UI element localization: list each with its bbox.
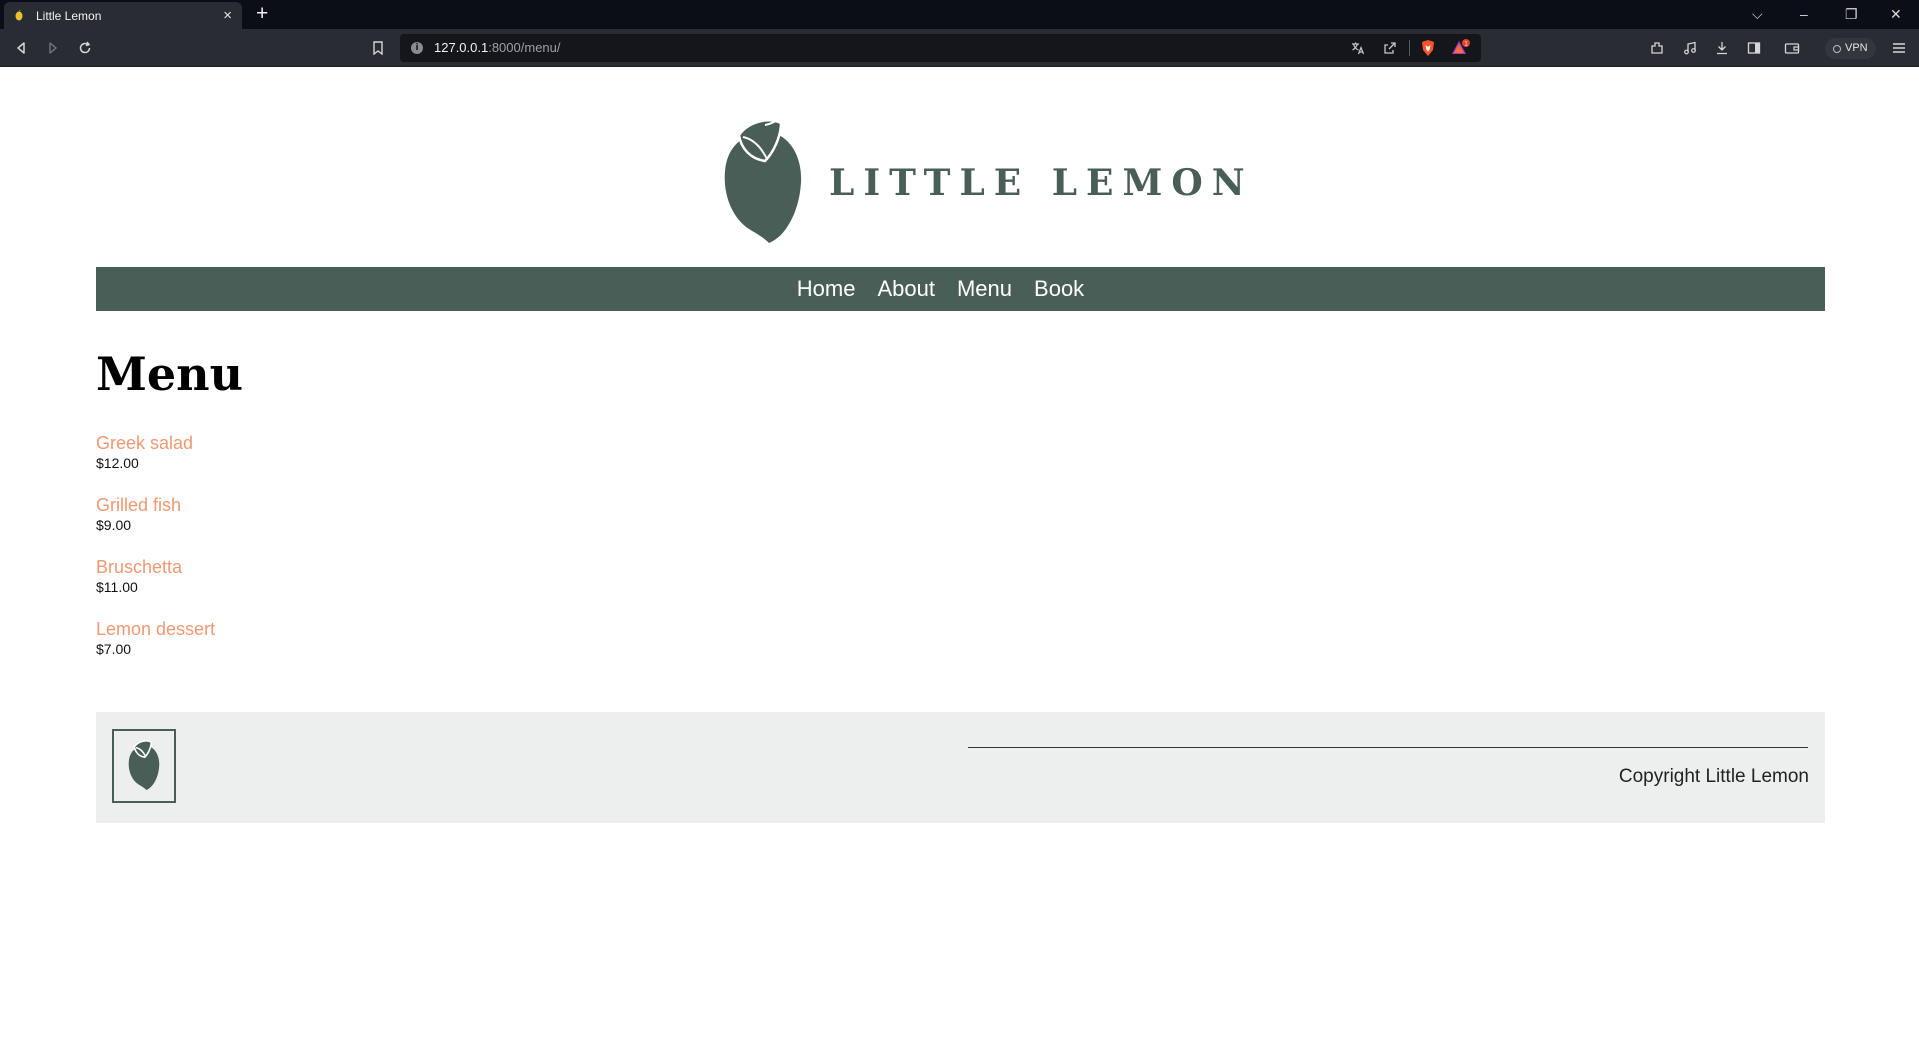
vpn-label: VPN	[1845, 42, 1868, 54]
downloads-icon[interactable]	[1712, 38, 1732, 58]
new-tab-button[interactable]: +	[256, 3, 268, 25]
translate-icon[interactable]	[1348, 38, 1368, 58]
menu-item-price: $12.00	[96, 455, 139, 471]
menu-item: Lemon dessert $7.00	[96, 618, 215, 680]
menu-item-price: $11.00	[96, 579, 138, 595]
menu-item-price: $7.00	[96, 641, 132, 657]
nav-link-about[interactable]: About	[877, 276, 935, 302]
page-title: Menu	[96, 347, 244, 401]
wallet-icon[interactable]	[1782, 38, 1802, 58]
url-host: 127.0.0.1	[434, 40, 489, 55]
browser-tab-active[interactable]: Little Lemon ×	[4, 2, 242, 29]
nav-link-book[interactable]: Book	[1034, 276, 1084, 302]
url-text: 127.0.0.1:8000/menu/	[434, 40, 561, 55]
reload-icon[interactable]	[75, 38, 95, 58]
nav-link-menu[interactable]: Menu	[957, 276, 1012, 302]
menu-item-name-link[interactable]: Greek salad	[96, 432, 215, 454]
tab-list-chevron-icon[interactable]: ⌵	[1752, 4, 1763, 24]
browser-tab-strip: Little Lemon × + ⌵ – ❐ ✕	[0, 0, 1919, 29]
menu-item-price: $9.00	[96, 517, 132, 533]
minimize-button[interactable]: –	[1800, 4, 1808, 24]
site-info-icon[interactable]: i	[411, 42, 423, 54]
sidebar-toggle-icon[interactable]	[1744, 38, 1764, 58]
tab-title: Little Lemon	[36, 8, 102, 23]
share-icon[interactable]	[1380, 38, 1400, 58]
main-navigation: Home About Menu Book	[96, 267, 1825, 311]
tab-close-icon[interactable]: ×	[223, 8, 232, 23]
menu-item-name-link[interactable]: Grilled fish	[96, 494, 215, 516]
address-bar[interactable]: i 127.0.0.1:8000/menu/ 1	[400, 34, 1481, 62]
forward-icon[interactable]	[43, 38, 63, 58]
menu-item: Bruschetta $11.00	[96, 556, 215, 618]
url-divider	[1409, 40, 1410, 56]
lemon-logo-icon	[723, 113, 803, 243]
media-icon[interactable]	[1680, 38, 1700, 58]
page-content: LITTLE LEMON Home About Menu Book Menu G…	[0, 67, 1919, 1039]
bookmark-icon[interactable]	[368, 38, 388, 58]
extensions-icon[interactable]	[1647, 38, 1667, 58]
brave-rewards-icon[interactable]: 1	[1451, 38, 1471, 58]
brand-wordmark: LITTLE LEMON	[829, 162, 1254, 204]
lemon-favicon-icon	[14, 10, 24, 22]
menu-item-name-link[interactable]: Lemon dessert	[96, 618, 215, 640]
nav-link-home[interactable]: Home	[797, 276, 856, 302]
menu-item: Greek salad $12.00	[96, 432, 215, 494]
menu-item-name-link[interactable]: Bruschetta	[96, 556, 215, 578]
browser-toolbar: i 127.0.0.1:8000/menu/ 1 VPN	[0, 29, 1919, 67]
footer-lemon-icon	[128, 738, 160, 795]
vpn-button[interactable]: VPN	[1825, 38, 1876, 59]
copyright-text: Copyright Little Lemon	[1618, 766, 1809, 787]
site-footer: Copyright Little Lemon	[96, 712, 1825, 823]
site-header[interactable]: LITTLE LEMON	[723, 113, 1254, 243]
footer-divider	[968, 747, 1808, 748]
vpn-status-icon	[1833, 44, 1841, 53]
back-icon[interactable]	[11, 38, 31, 58]
menu-item: Grilled fish $9.00	[96, 494, 215, 556]
brave-shields-icon[interactable]	[1418, 38, 1438, 58]
hamburger-menu-icon[interactable]	[1889, 38, 1909, 58]
footer-logo	[112, 729, 176, 803]
url-path: :8000/menu/	[488, 40, 561, 55]
close-window-button[interactable]: ✕	[1890, 4, 1902, 24]
menu-list: Greek salad $12.00 Grilled fish $9.00 Br…	[96, 432, 215, 680]
restore-button[interactable]: ❐	[1845, 4, 1858, 24]
